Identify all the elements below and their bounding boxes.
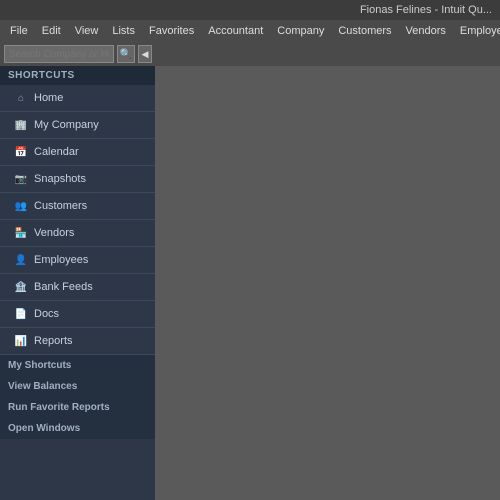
sidebar-item-label-my-company: My Company bbox=[34, 119, 99, 131]
sidebar-bottom-open-windows[interactable]: Open Windows bbox=[0, 418, 155, 439]
search-input[interactable] bbox=[4, 45, 114, 63]
snapshots-icon: 📷 bbox=[14, 172, 28, 186]
sidebar-item-label-snapshots: Snapshots bbox=[34, 173, 86, 185]
sidebar-item-vendors[interactable]: 🏪 Vendors bbox=[0, 220, 155, 247]
sidebar-bottom-run-favorite-reports[interactable]: Run Favorite Reports bbox=[0, 397, 155, 418]
back-button[interactable]: ◀ bbox=[138, 45, 152, 63]
sidebar-item-snapshots[interactable]: 📷 Snapshots bbox=[0, 166, 155, 193]
sidebar-item-calendar[interactable]: 📅 Calendar bbox=[0, 139, 155, 166]
customers-icon: 👥 bbox=[14, 199, 28, 213]
menu-item-company[interactable]: Company bbox=[271, 23, 330, 39]
menu-item-accountant[interactable]: Accountant bbox=[202, 23, 269, 39]
menu-item-edit[interactable]: Edit bbox=[36, 23, 67, 39]
bank-feeds-icon: 🏦 bbox=[14, 280, 28, 294]
sidebar-item-home[interactable]: ⌂ Home bbox=[0, 85, 155, 112]
sidebar-section-header: Shortcuts bbox=[0, 66, 155, 85]
sidebar-item-my-company[interactable]: 🏢 My Company bbox=[0, 112, 155, 139]
sidebar-item-reports[interactable]: 📊 Reports bbox=[0, 328, 155, 355]
calendar-icon: 📅 bbox=[14, 145, 28, 159]
menu-item-favorites[interactable]: Favorites bbox=[143, 23, 200, 39]
reports-icon: 📊 bbox=[14, 334, 28, 348]
menu-item-file[interactable]: File bbox=[4, 23, 34, 39]
employees-icon: 👤 bbox=[14, 253, 28, 267]
home-icon: ⌂ bbox=[14, 91, 28, 105]
sidebar-item-bank-feeds[interactable]: 🏦 Bank Feeds bbox=[0, 274, 155, 301]
title-bar: Fionas Felines - Intuit Qu... bbox=[0, 0, 500, 20]
menu-item-vendors[interactable]: Vendors bbox=[400, 23, 452, 39]
sidebar-item-docs[interactable]: 📄 Docs bbox=[0, 301, 155, 328]
content-area bbox=[155, 66, 500, 500]
sidebar-item-customers[interactable]: 👥 Customers bbox=[0, 193, 155, 220]
search-button[interactable]: 🔍 bbox=[117, 45, 135, 63]
sidebar-item-label-employees: Employees bbox=[34, 254, 88, 266]
my-company-icon: 🏢 bbox=[14, 118, 28, 132]
sidebar-item-label-home: Home bbox=[34, 92, 63, 104]
sidebar-item-label-vendors: Vendors bbox=[34, 227, 74, 239]
sidebar-item-label-bank-feeds: Bank Feeds bbox=[34, 281, 93, 293]
vendors-icon: 🏪 bbox=[14, 226, 28, 240]
sidebar-bottom-my-shortcuts[interactable]: My Shortcuts bbox=[0, 355, 155, 376]
sidebar-item-label-docs: Docs bbox=[34, 308, 59, 320]
sidebar-item-label-reports: Reports bbox=[34, 335, 73, 347]
sidebar: Shortcuts ⌂ Home 🏢 My Company 📅 Calendar 📷 Snap… bbox=[0, 66, 155, 500]
title-text: Fionas Felines - Intuit Qu... bbox=[360, 4, 492, 16]
docs-icon: 📄 bbox=[14, 307, 28, 321]
main-layout: Shortcuts ⌂ Home 🏢 My Company 📅 Calendar 📷 Snap… bbox=[0, 66, 500, 500]
search-bar: 🔍 ◀ bbox=[0, 42, 500, 66]
menu-bar: FileEditViewListsFavoritesAccountantComp… bbox=[0, 20, 500, 42]
menu-item-lists[interactable]: Lists bbox=[106, 23, 141, 39]
sidebar-item-label-customers: Customers bbox=[34, 200, 87, 212]
sidebar-item-label-calendar: Calendar bbox=[34, 146, 79, 158]
sidebar-item-employees[interactable]: 👤 Employees bbox=[0, 247, 155, 274]
menu-item-customers[interactable]: Customers bbox=[332, 23, 397, 39]
sidebar-bottom-view-balances[interactable]: View Balances bbox=[0, 376, 155, 397]
menu-item-view[interactable]: View bbox=[69, 23, 105, 39]
menu-item-employees[interactable]: Employees bbox=[454, 23, 500, 39]
